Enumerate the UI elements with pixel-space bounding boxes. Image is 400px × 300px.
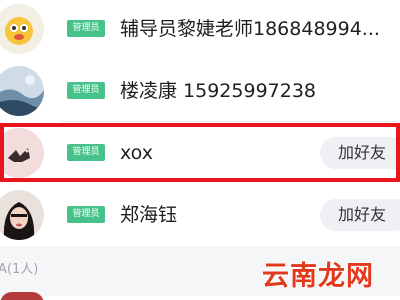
admin-badge: 管理员: [67, 206, 105, 223]
avatar[interactable]: [0, 292, 44, 300]
emoji-face-avatar-icon: [0, 4, 44, 54]
member-row[interactable]: 管理员 楼凌康 15925997238: [0, 60, 400, 122]
watermark-logo: 云南龙网: [262, 261, 374, 292]
add-friend-button[interactable]: 加好友: [320, 199, 400, 231]
girl-photo-avatar[interactable]: [0, 190, 44, 240]
emoji-face-avatar[interactable]: [0, 4, 44, 54]
bird-avatar[interactable]: [0, 128, 44, 178]
bird-avatar-icon: [0, 128, 44, 178]
member-list: 管理员 辅导员黎婕老师186848994... 管理员 楼凌康 15925997…: [0, 0, 400, 300]
member-row[interactable]: 管理员 辅导员黎婕老师186848994...: [0, 0, 400, 60]
admin-badge: 管理员: [67, 82, 105, 99]
landscape-avatar-icon: [0, 66, 44, 116]
member-name: 辅导员黎婕老师186848994...: [120, 18, 380, 40]
section-header-label: A(1人): [0, 262, 39, 277]
add-friend-button[interactable]: 加好友: [320, 137, 400, 169]
member-row[interactable]: 管理员 xox 加好友: [0, 122, 400, 184]
girl-photo-avatar-icon: [0, 190, 44, 240]
member-row[interactable]: 管理员 郑海钰 加好友: [0, 184, 400, 246]
member-name: xox: [120, 142, 153, 164]
admin-badge: 管理员: [67, 20, 105, 37]
member-name: 郑海钰: [120, 204, 178, 226]
member-name: 楼凌康 15925997238: [120, 80, 317, 102]
landscape-avatar[interactable]: [0, 66, 44, 116]
admin-badge: 管理员: [67, 144, 105, 161]
